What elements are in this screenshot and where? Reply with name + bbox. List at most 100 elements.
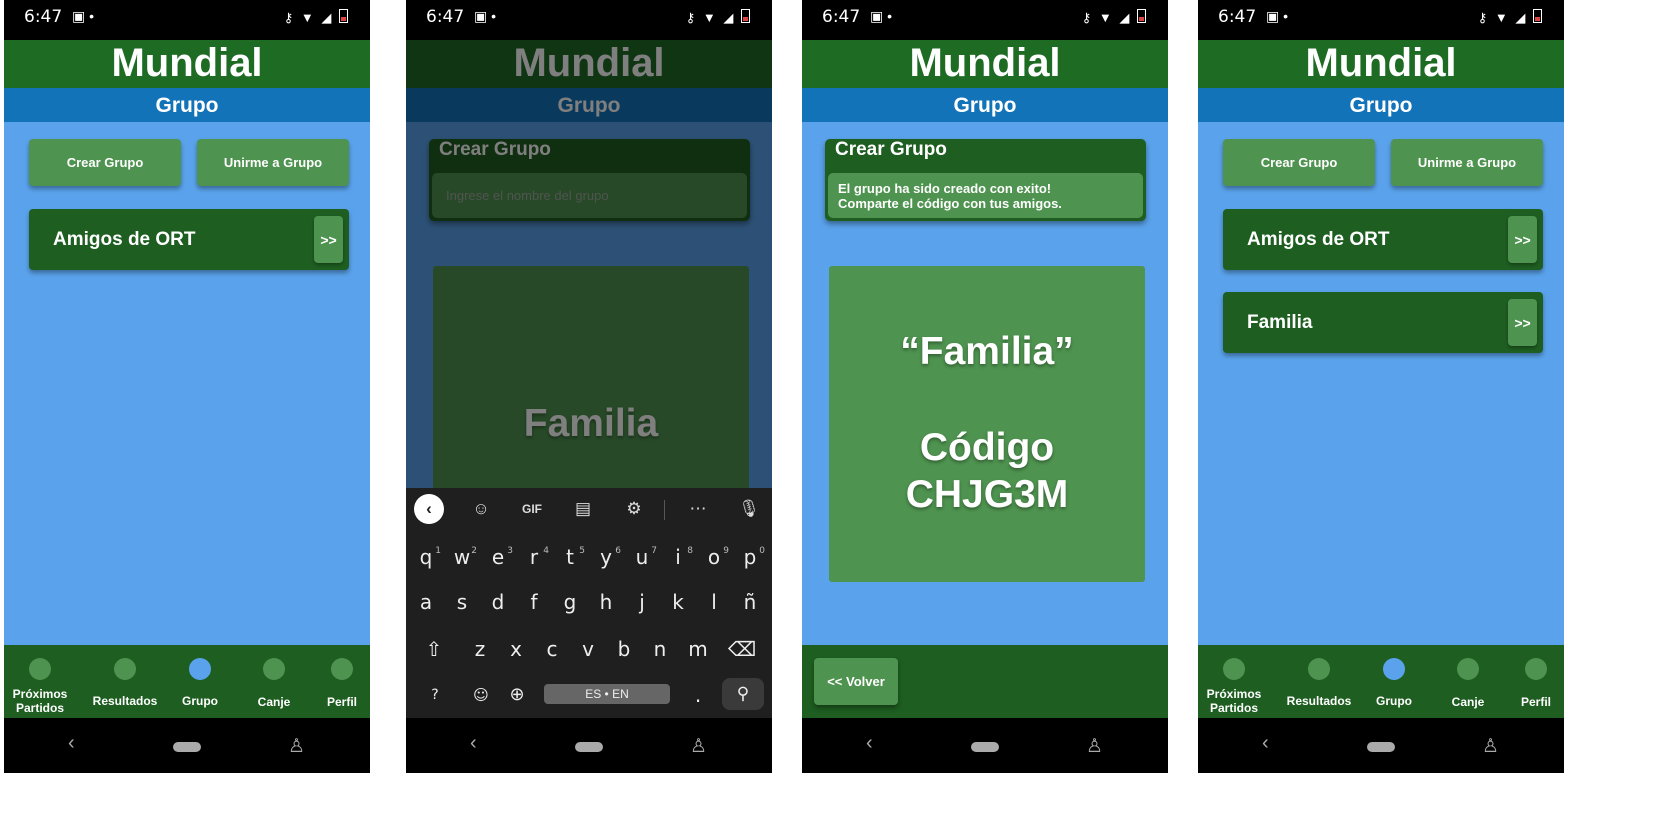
key-s[interactable]: s xyxy=(447,581,477,623)
nav-item-resultados[interactable]: Resultados xyxy=(1279,645,1359,718)
key-f[interactable]: f xyxy=(519,581,549,623)
key-b[interactable]: b xyxy=(609,628,639,670)
key-z[interactable]: z xyxy=(465,628,495,670)
group-code: CHJG3M xyxy=(905,473,1069,516)
group-card[interactable]: Amigos de ORT >> xyxy=(29,209,349,270)
nav-item-grupo[interactable]: Grupo xyxy=(160,645,240,718)
gif-button[interactable]: GIF xyxy=(517,496,547,522)
keyboard-row-4: ?123 ☺ ⊕ ES • EN . ⚲ xyxy=(406,674,772,745)
group-card[interactable]: Familia >> xyxy=(1223,292,1543,353)
key-p[interactable]: p0 xyxy=(735,536,765,578)
key-n-tilde[interactable]: ñ xyxy=(735,581,765,623)
system-home-icon[interactable] xyxy=(971,742,999,752)
key-t[interactable]: t5 xyxy=(555,536,585,578)
key-x[interactable]: x xyxy=(501,628,531,670)
system-back-icon[interactable]: ‹ xyxy=(1262,732,1269,755)
nav-dot-icon xyxy=(1525,658,1547,680)
nav-label: Próximos Partidos xyxy=(12,687,68,715)
key-l[interactable]: l xyxy=(699,581,729,623)
symbols-key[interactable]: ?123 xyxy=(418,674,452,745)
nav-label: Grupo xyxy=(182,694,218,708)
key-c[interactable]: c xyxy=(537,628,567,670)
group-card[interactable]: Amigos de ORT >> xyxy=(1223,209,1543,270)
screen-create-group-typing: 6:47 ▣ • ⚷ ▼ ◢ Mundial Grupo Familia Cre… xyxy=(406,0,772,773)
key-j[interactable]: j xyxy=(627,581,657,623)
key-o[interactable]: o9 xyxy=(699,536,729,578)
key-v[interactable]: v xyxy=(573,628,603,670)
battery-icon xyxy=(1533,9,1542,23)
nav-dot-icon xyxy=(1457,658,1479,680)
search-icon[interactable]: ⚲ xyxy=(722,678,764,710)
backspace-icon[interactable]: ⌫ xyxy=(727,628,757,670)
section-title: Grupo xyxy=(4,88,370,122)
nav-dot-icon xyxy=(1223,658,1245,680)
success-dialog: Crear Grupo El grupo ha sido creado con … xyxy=(825,139,1146,221)
microphone-icon[interactable]: 🎙 xyxy=(734,496,764,522)
system-home-icon[interactable] xyxy=(575,742,603,752)
create-group-button[interactable]: Crear Grupo xyxy=(29,139,181,186)
key-n[interactable]: n xyxy=(645,628,675,670)
app-title: Mundial xyxy=(802,40,1168,88)
key-a[interactable]: a xyxy=(411,581,441,623)
back-chevron-icon[interactable]: ‹ xyxy=(414,494,444,524)
nav-item-proximos-partidos[interactable]: Próximos Partidos xyxy=(4,645,80,718)
more-dots-icon[interactable]: ⋯ xyxy=(683,496,713,522)
key-e[interactable]: e3 xyxy=(483,536,513,578)
key-q[interactable]: q1 xyxy=(411,536,441,578)
key-y[interactable]: y6 xyxy=(591,536,621,578)
key-r[interactable]: r4 xyxy=(519,536,549,578)
accessibility-icon[interactable]: ♙ xyxy=(690,735,707,758)
language-globe-icon[interactable]: ⊕ xyxy=(502,674,532,716)
key-i[interactable]: i8 xyxy=(663,536,693,578)
system-home-icon[interactable] xyxy=(173,742,201,752)
create-group-button[interactable]: Crear Grupo xyxy=(1223,139,1375,186)
system-back-icon[interactable]: ‹ xyxy=(866,732,873,755)
key-w[interactable]: w2 xyxy=(447,536,477,578)
accessibility-icon[interactable]: ♙ xyxy=(1086,735,1103,758)
emoji-icon[interactable]: ☺ xyxy=(466,674,496,716)
nav-item-resultados[interactable]: Resultados xyxy=(85,645,165,718)
system-back-icon[interactable]: ‹ xyxy=(470,732,477,755)
nav-dot-active-icon xyxy=(1383,658,1405,680)
group-name: Amigos de ORT xyxy=(53,229,196,250)
soft-keyboard: ‹ ☺ GIF ▤ ⚙ ⋯ 🎙 q1 w2 e3 r4 t5 y6 u7 i8 … xyxy=(406,488,772,745)
period-key[interactable]: . xyxy=(683,674,713,716)
nav-item-perfil[interactable]: Perfil xyxy=(302,645,370,718)
status-bar: 6:47 ▣ • ⚷ ▼ ◢ xyxy=(802,0,1168,40)
system-back-icon[interactable]: ‹ xyxy=(68,732,75,755)
back-button[interactable]: << Volver xyxy=(814,658,898,705)
nav-dot-icon xyxy=(1308,658,1330,680)
success-message-line-1: El grupo ha sido creado con exito! xyxy=(838,181,1052,196)
sticker-icon[interactable]: ☺ xyxy=(466,496,496,522)
clipboard-icon[interactable]: ▤ xyxy=(568,496,598,522)
toolbar-divider xyxy=(664,500,665,520)
open-group-button[interactable]: >> xyxy=(1508,299,1537,346)
accessibility-icon[interactable]: ♙ xyxy=(288,735,305,758)
open-group-button[interactable]: >> xyxy=(1508,216,1537,263)
open-group-button[interactable]: >> xyxy=(314,216,343,263)
bottom-action-bar: << Volver xyxy=(802,645,1168,718)
nav-item-grupo[interactable]: Grupo xyxy=(1354,645,1434,718)
key-u[interactable]: u7 xyxy=(627,536,657,578)
shift-icon[interactable]: ⇧ xyxy=(419,628,449,670)
nav-item-perfil[interactable]: Perfil xyxy=(1496,645,1564,718)
nav-dot-icon xyxy=(331,658,353,680)
key-d[interactable]: d xyxy=(483,581,513,623)
nav-label: Perfil xyxy=(326,695,357,709)
system-nav-bar: ‹ ♙ xyxy=(1198,718,1564,773)
key-g[interactable]: g xyxy=(555,581,585,623)
settings-gear-icon[interactable]: ⚙ xyxy=(619,496,649,522)
status-time: 6:47 xyxy=(822,7,861,27)
join-group-button[interactable]: Unirme a Grupo xyxy=(197,139,349,186)
group-code-panel: “Familia” Código CHJG3M xyxy=(829,266,1145,582)
space-key[interactable]: ES • EN xyxy=(544,684,670,704)
key-m[interactable]: m xyxy=(683,628,713,670)
nav-label: Próximos Partidos xyxy=(1206,687,1262,715)
key-h[interactable]: h xyxy=(591,581,621,623)
nav-item-proximos-partidos[interactable]: Próximos Partidos xyxy=(1198,645,1274,718)
battery-icon xyxy=(1137,9,1146,23)
accessibility-icon[interactable]: ♙ xyxy=(1482,735,1499,758)
join-group-button[interactable]: Unirme a Grupo xyxy=(1391,139,1543,186)
system-home-icon[interactable] xyxy=(1367,742,1395,752)
key-k[interactable]: k xyxy=(663,581,693,623)
